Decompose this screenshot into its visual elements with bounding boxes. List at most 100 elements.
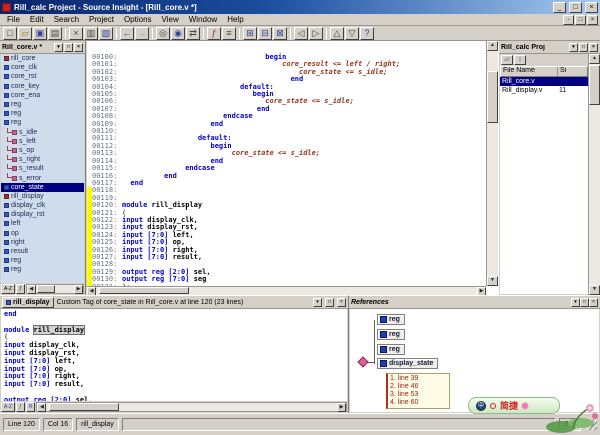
project-vscrollbar[interactable]: ▲ ▼ [588, 54, 600, 295]
file-list-header[interactable]: File Name Si [500, 66, 588, 77]
menu-options[interactable]: Options [119, 14, 157, 25]
symbol-item-reg[interactable]: reg [1, 265, 84, 274]
reference-node-display_state[interactable]: display_state [377, 358, 438, 369]
symbol-item-reg[interactable]: reg [1, 109, 84, 118]
menu-search[interactable]: Search [49, 14, 84, 25]
ime-mode-icon[interactable]: 中 [476, 401, 486, 411]
ctx-refs-button[interactable]: R [26, 402, 36, 412]
scroll-thumb[interactable] [49, 403, 119, 411]
panel-menu-button[interactable]: ▾ [571, 298, 580, 307]
code-line-00103[interactable]: 00103:end [87, 76, 486, 83]
code-line-00114[interactable]: 00114:end [87, 158, 486, 165]
scroll-thumb[interactable] [589, 65, 600, 105]
symbol-list-icon[interactable]: ≡ [222, 27, 236, 40]
browse-symbols-icon[interactable]: ƒ [207, 27, 221, 40]
symbol-item-core_state[interactable]: core_state [1, 183, 84, 192]
symbol-item-core_ena[interactable]: core_ena [1, 91, 84, 100]
code-line-00101[interactable]: 00101:core_result <= left / right; [87, 61, 486, 68]
panel-menu-button[interactable]: ▾ [54, 43, 63, 52]
panel-close-button[interactable]: × [74, 43, 83, 52]
minimize-button[interactable]: _ [553, 2, 566, 13]
new-file-icon[interactable]: □ [3, 27, 17, 40]
scroll-right-icon[interactable]: ▶ [337, 403, 346, 412]
code-line-00130[interactable]: 00130:output reg [7:0] seg [87, 276, 486, 283]
symbol-item-left[interactable]: left [1, 219, 84, 228]
reference-line-list[interactable]: 1. line 392. line 463. line 534. line 60 [386, 373, 450, 409]
ctx-sort-alpha-button[interactable]: A-Z [1, 402, 15, 412]
panel-menu-button[interactable]: ▾ [313, 298, 322, 307]
panel-maximize-button[interactable]: □ [325, 298, 334, 307]
reference-line[interactable]: 4. line 60 [390, 399, 447, 407]
code-line-00110[interactable]: 00110: [87, 128, 486, 135]
symbol-item-op[interactable]: op [1, 229, 84, 238]
scroll-up-icon[interactable]: ▲ [487, 41, 498, 51]
editor-hscrollbar[interactable]: ◀ ▶ [87, 286, 486, 295]
reference-node-reg[interactable]: reg [377, 329, 405, 340]
symbol-item-display_rst[interactable]: display_rst [1, 210, 84, 219]
reference-line[interactable]: 2. line 46 [390, 383, 447, 391]
symbol-item-reg[interactable]: reg [1, 100, 84, 109]
scroll-left-icon[interactable]: ◀ [37, 403, 46, 412]
panel-maximize-button[interactable]: □ [64, 43, 73, 52]
function-up-icon[interactable]: △ [330, 27, 344, 40]
code-editor[interactable]: 00100:begin00101:core_result <= left / r… [87, 41, 498, 295]
scroll-down-icon[interactable]: ▼ [487, 276, 498, 286]
menu-help[interactable]: Help [222, 14, 248, 25]
project-open-icon[interactable]: ▱ [501, 55, 513, 65]
redo-icon[interactable]: → [135, 27, 149, 40]
context-window-icon[interactable]: ⊟ [258, 27, 272, 40]
scroll-right-icon[interactable]: ▶ [74, 285, 83, 294]
column-size[interactable]: Si [558, 67, 587, 76]
symbol-item-core_key[interactable]: core_key [1, 82, 84, 91]
code-line-00113[interactable]: 00113:core_state <= s_idle; [87, 150, 486, 157]
code-line-00117[interactable]: 00117:end [87, 180, 486, 187]
paste-icon[interactable]: ▧ [99, 27, 113, 40]
reference-line[interactable]: 3. line 53 [390, 391, 447, 399]
copy-icon[interactable]: ▥ [84, 27, 98, 40]
symbol-item-right[interactable]: right [1, 238, 84, 247]
file-row-Rill_display.v[interactable]: Rill_display.v11 [500, 86, 588, 95]
symbol-item-s_right[interactable]: s_right [1, 155, 84, 164]
panel-close-button[interactable]: × [337, 298, 346, 307]
cut-icon[interactable]: × [69, 27, 83, 40]
symbol-item-rill_core[interactable]: rill_core [1, 54, 84, 63]
editor-text-area[interactable]: 00100:begin00101:core_result <= left / r… [87, 41, 486, 286]
code-line-00115[interactable]: 00115:endcase [87, 165, 486, 172]
open-file-icon[interactable]: ▱ [18, 27, 32, 40]
symbol-hscrollbar[interactable]: ◀ ▶ [26, 284, 84, 294]
symbol-item-s_op[interactable]: s_op [1, 146, 84, 155]
relation-window-icon[interactable]: ⊠ [273, 27, 287, 40]
code-line-00108[interactable]: 00108:endcase [87, 113, 486, 120]
close-button[interactable]: × [585, 2, 598, 13]
editor-vscrollbar[interactable]: ▲ ▼ [486, 41, 498, 286]
reference-line[interactable]: 1. line 39 [390, 375, 447, 383]
print-icon[interactable]: ▤ [48, 27, 62, 40]
file-row-Rill_core.v[interactable]: Rill_core.v [500, 77, 588, 86]
symbol-item-reg[interactable]: reg [1, 256, 84, 265]
search-icon[interactable]: ◎ [156, 27, 170, 40]
context-tab[interactable]: rill_display [2, 297, 54, 308]
sort-type-button[interactable]: ƒ [16, 284, 25, 294]
search-files-icon[interactable]: ◉ [171, 27, 185, 40]
ctx-browse-button[interactable]: ƒ [16, 402, 25, 412]
menu-window[interactable]: Window [184, 14, 222, 25]
code-line-00127[interactable]: 00127:input [7:0] result, [87, 254, 486, 261]
symbol-item-s_error[interactable]: s_error [1, 173, 84, 182]
panel-close-button[interactable]: × [589, 298, 598, 307]
symbol-item-s_idle[interactable]: s_idle [1, 128, 84, 137]
code-line-00102[interactable]: 00102:core_state <= s_idle; [87, 69, 486, 76]
reference-root-diamond[interactable] [357, 356, 368, 367]
project-sync-icon[interactable]: ↕ [514, 55, 526, 65]
context-preview[interactable]: endmodule rill_display(input display_clk… [1, 309, 347, 401]
context-code-line[interactable]: end [4, 311, 347, 319]
undo-icon[interactable]: ← [120, 27, 134, 40]
menu-view[interactable]: View [157, 14, 184, 25]
project-window-icon[interactable]: ⊞ [243, 27, 257, 40]
panel-maximize-button[interactable]: □ [579, 43, 588, 52]
code-line-00106[interactable]: 00106:core_state <= s_idle; [87, 98, 486, 105]
code-line-00107[interactable]: 00107:end [87, 106, 486, 113]
maximize-button[interactable]: □ [569, 2, 582, 13]
symbol-item-s_left[interactable]: s_left [1, 137, 84, 146]
panel-close-button[interactable]: × [589, 43, 598, 52]
context-code-line[interactable]: input [7:0] result, [4, 381, 347, 389]
